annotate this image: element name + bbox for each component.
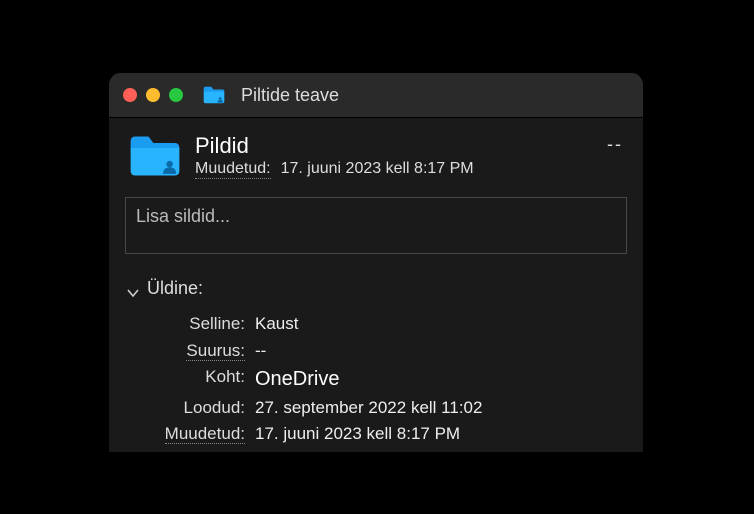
section-title: Üldine:	[147, 278, 203, 299]
created-label: Loodud:	[127, 395, 255, 421]
close-icon[interactable]	[123, 88, 137, 102]
zoom-icon[interactable]	[169, 88, 183, 102]
kind-value: Kaust	[255, 311, 298, 337]
general-section: Üldine: Selline: Kaust Suurus: -- Koht: …	[109, 272, 643, 451]
size-value: --	[255, 338, 266, 364]
titlebar[interactable]: Piltide teave	[109, 73, 643, 118]
window-controls	[123, 88, 183, 102]
row-modified: Muudetud: 17. juuni 2023 kell 8:17 PM	[127, 421, 625, 447]
folder-icon	[129, 134, 181, 178]
row-created: Loodud: 27. september 2022 kell 11:02	[127, 395, 625, 421]
row-kind: Selline: Kaust	[127, 311, 625, 337]
created-value: 27. september 2022 kell 11:02	[255, 395, 482, 421]
window-title: Piltide teave	[241, 85, 339, 106]
size-summary: --	[607, 134, 623, 155]
where-label: Koht:	[127, 364, 255, 395]
file-name: Pildid	[195, 134, 474, 158]
minimize-icon[interactable]	[146, 88, 160, 102]
size-label: Suurus:	[186, 341, 245, 361]
file-header: Pildid Muudetud: 17. juuni 2023 kell 8:1…	[109, 118, 643, 189]
tags-input[interactable]: Lisa sildid...	[125, 197, 627, 254]
row-size: Suurus: --	[127, 338, 625, 364]
info-window: Piltide teave Pildid Muudetud: 17. juuni…	[109, 73, 643, 452]
modified-value: 17. juuni 2023 kell 8:17 PM	[255, 421, 460, 447]
modified-label: Muudetud:	[165, 424, 245, 444]
section-toggle-general[interactable]: Üldine:	[127, 278, 625, 299]
modified-value: 17. juuni 2023 kell 8:17 PM	[281, 160, 474, 179]
modified-label: Muudetud:	[195, 160, 271, 179]
window-body: Pildid Muudetud: 17. juuni 2023 kell 8:1…	[109, 118, 643, 452]
chevron-down-icon	[127, 283, 139, 295]
row-where: Koht: OneDrive	[127, 364, 625, 395]
folder-icon	[203, 86, 225, 104]
kind-label: Selline:	[127, 311, 255, 337]
tags-placeholder: Lisa sildid...	[136, 206, 230, 226]
where-value: OneDrive	[255, 364, 339, 395]
